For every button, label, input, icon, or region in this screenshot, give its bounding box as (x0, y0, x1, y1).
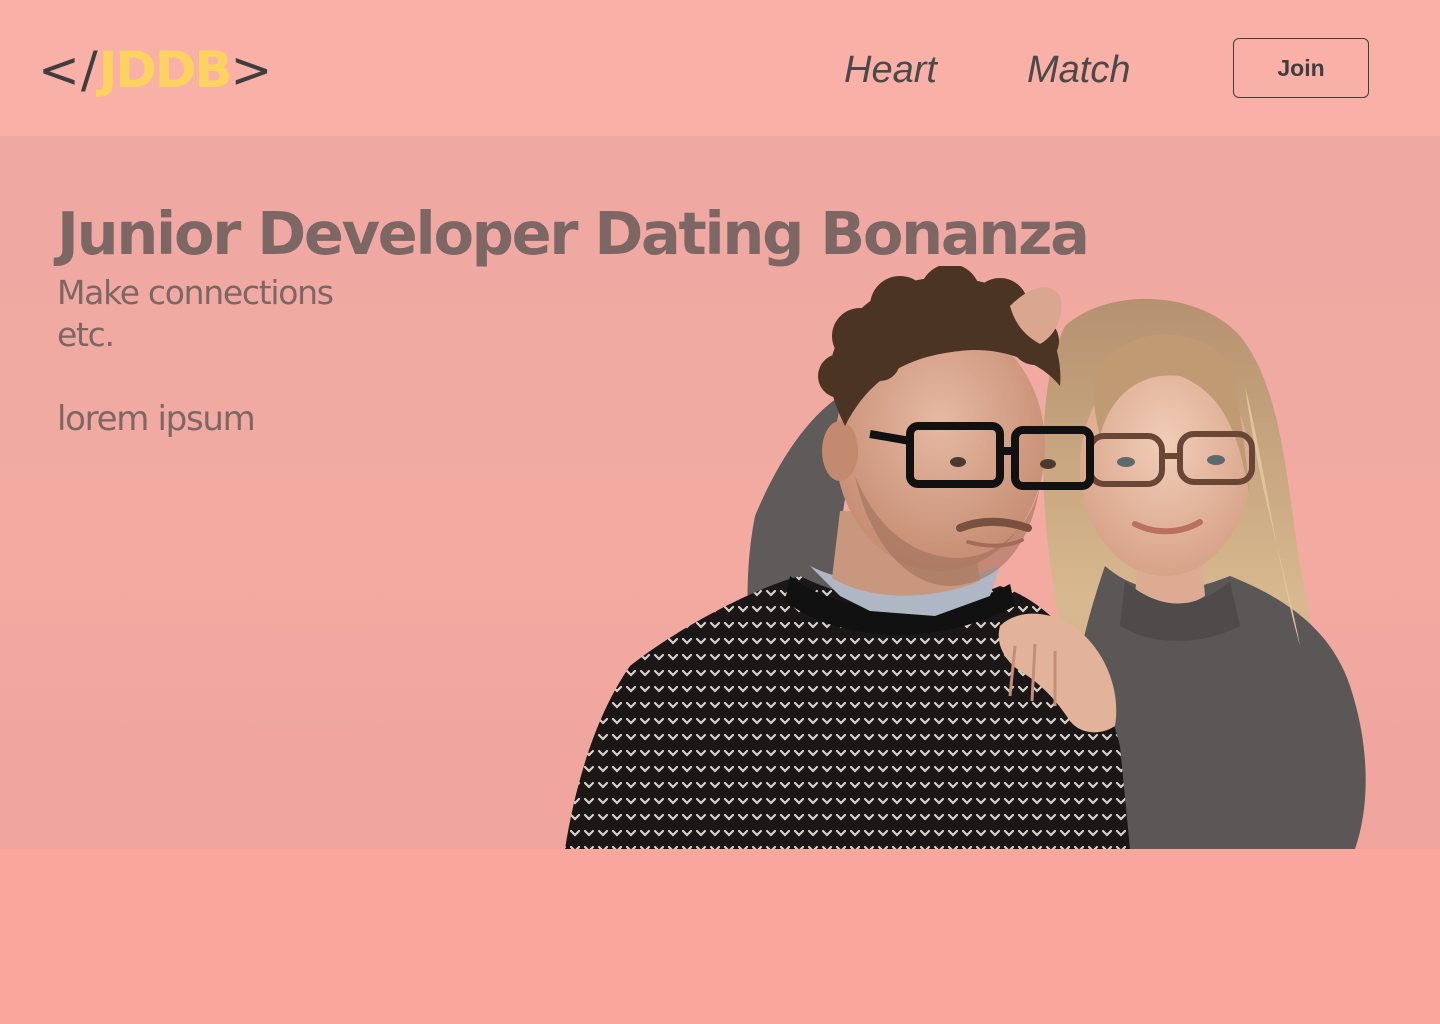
hero-title: Junior Developer Dating Bonanza (57, 199, 1090, 268)
couple-photo (565, 266, 1366, 849)
join-button[interactable]: Join (1233, 38, 1369, 98)
hero-subtitle-line-2: etc. (57, 315, 115, 354)
nav-link-match[interactable]: Match (1027, 46, 1130, 94)
hero-tagline: lorem ipsum (57, 399, 256, 439)
lower-section (0, 849, 1440, 1024)
logo-close-bracket: > (230, 41, 274, 99)
site-logo[interactable]: </ JDDB > (38, 40, 273, 100)
logo-open-bracket: </ (38, 41, 99, 99)
hero-subtitle-line-1: Make connections (57, 273, 334, 312)
site-header: </ JDDB > Heart Match Join (0, 0, 1440, 136)
logo-letters: JDDB (98, 41, 233, 99)
hero-section: Junior Developer Dating Bonanza Make con… (0, 136, 1440, 849)
nav-link-heart[interactable]: Heart (844, 46, 937, 94)
